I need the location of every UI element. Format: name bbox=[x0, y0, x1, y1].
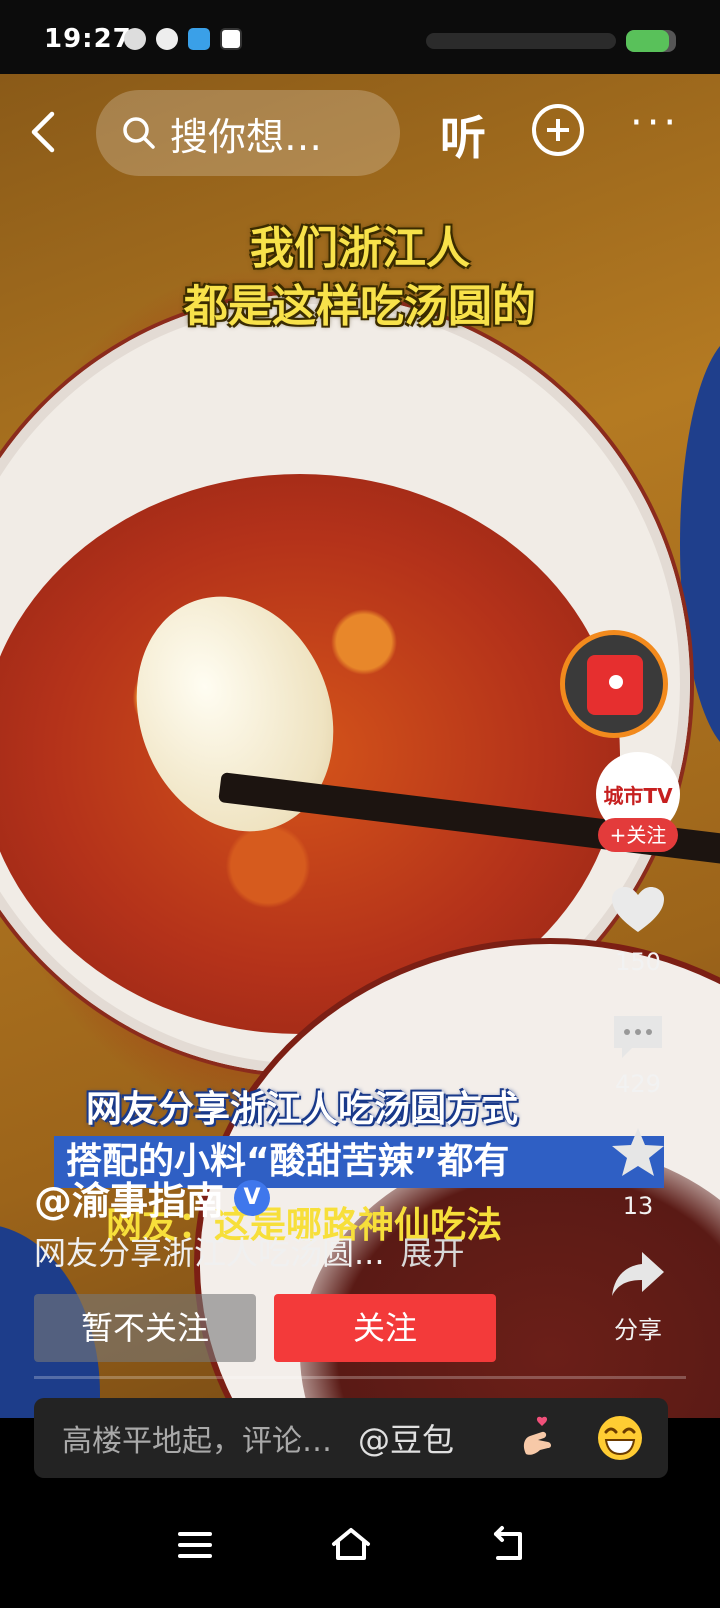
video-progress-bar[interactable] bbox=[34, 1376, 686, 1379]
back-icon[interactable] bbox=[24, 108, 64, 156]
telegram-icon bbox=[188, 28, 210, 50]
like-count: 150 bbox=[615, 948, 661, 976]
mention-doubao[interactable]: @豆包 bbox=[358, 1415, 454, 1461]
menu-icon[interactable] bbox=[174, 1524, 216, 1566]
comment-count: 429 bbox=[615, 1070, 661, 1098]
follow-pill-button[interactable]: +关注 bbox=[598, 818, 678, 852]
not-follow-button[interactable]: 暂不关注 bbox=[34, 1294, 256, 1362]
news-app-icon bbox=[220, 28, 242, 50]
account-logo-text: 城市TV bbox=[603, 783, 673, 808]
grin-emoji-icon[interactable] bbox=[596, 1414, 644, 1462]
back-nav-icon[interactable] bbox=[488, 1524, 530, 1566]
share-icon[interactable] bbox=[608, 1248, 668, 1300]
finger-heart-emoji-icon[interactable] bbox=[512, 1414, 560, 1462]
system-indicators bbox=[426, 30, 676, 52]
listen-button[interactable]: 听 bbox=[440, 102, 486, 168]
favorite-icon[interactable] bbox=[608, 1126, 668, 1178]
search-box[interactable]: 搜你想… bbox=[96, 90, 400, 176]
description-text: 网友分享浙江人吃汤圆... bbox=[34, 1234, 385, 1272]
search-placeholder: 搜你想… bbox=[170, 114, 323, 159]
video-caption-line-1: 我们浙江人 bbox=[250, 223, 470, 274]
video-description[interactable]: 网友分享浙江人吃汤圆... 展开 bbox=[34, 1228, 465, 1274]
search-icon bbox=[123, 117, 155, 149]
comment-input[interactable]: 高楼平地起，评论… @豆包 bbox=[34, 1398, 668, 1478]
add-icon[interactable] bbox=[532, 104, 584, 156]
favorite-count: 13 bbox=[622, 1192, 654, 1220]
video-subtitle-1: 网友分享浙江人吃汤圆方式 bbox=[86, 1089, 519, 1130]
author-row[interactable]: @渝事指南 V bbox=[34, 1170, 271, 1225]
notification-icons bbox=[124, 28, 242, 50]
app-notification-icon bbox=[124, 28, 146, 50]
share-label[interactable]: 分享 bbox=[586, 1310, 690, 1345]
status-time: 19:27 bbox=[44, 24, 132, 54]
red-packet-button[interactable] bbox=[560, 630, 668, 738]
expand-link[interactable]: 展开 bbox=[401, 1234, 465, 1272]
comment-icon[interactable] bbox=[608, 1010, 668, 1062]
author-name[interactable]: @渝事指南 bbox=[34, 1170, 224, 1225]
video-caption-line-2: 都是这样吃汤圆的 bbox=[184, 281, 536, 332]
verified-icon: V bbox=[234, 1179, 271, 1216]
battery-icon bbox=[626, 30, 676, 52]
comment-placeholder: 高楼平地起，评论… bbox=[62, 1424, 332, 1459]
home-icon[interactable] bbox=[330, 1524, 372, 1566]
status-bar: 19:27 bbox=[0, 0, 720, 74]
signal-indicators bbox=[426, 33, 616, 49]
system-nav-bar bbox=[0, 1484, 720, 1608]
more-button[interactable]: ··· bbox=[630, 100, 680, 146]
red-packet-icon bbox=[587, 655, 643, 715]
like-icon[interactable] bbox=[608, 884, 668, 936]
battery-level bbox=[626, 30, 669, 52]
message-icon bbox=[156, 28, 178, 50]
follow-button[interactable]: 关注 bbox=[274, 1294, 496, 1362]
